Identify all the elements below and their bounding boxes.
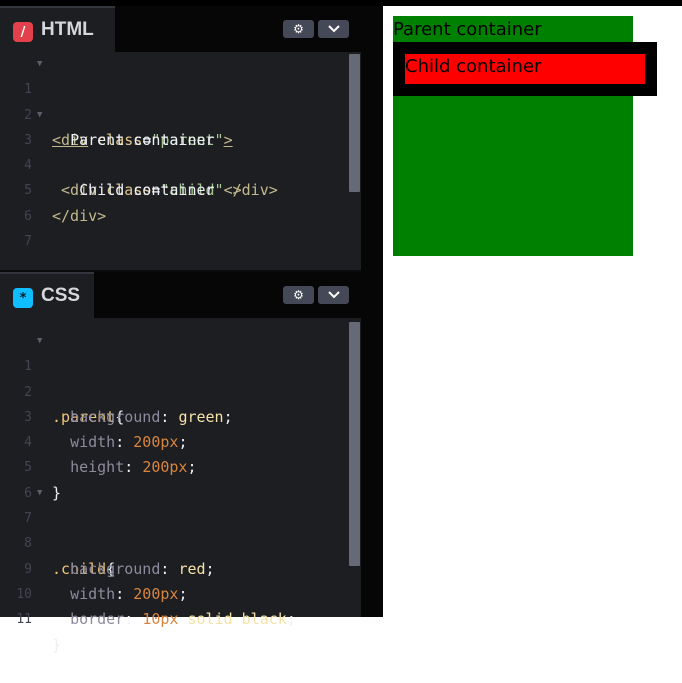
- css-scrollbar[interactable]: [349, 322, 360, 566]
- css-pane-header: * CSS ⚙: [0, 272, 361, 318]
- code-line: 5 }: [0, 430, 361, 501]
- code-line: 4 height: 200px;: [0, 405, 361, 476]
- fold-arrow-icon[interactable]: ▼: [37, 481, 42, 506]
- child-container-text: Child container: [405, 56, 542, 77]
- code-line: 7 ▼ .child{: [0, 481, 361, 578]
- fold-arrow-icon[interactable]: ▼: [37, 52, 42, 77]
- code-line: 1 ▼ .parent{: [0, 329, 361, 426]
- chevron-down-icon: [327, 25, 340, 33]
- html-tab[interactable]: / HTML: [0, 6, 115, 52]
- css-token: }: [52, 635, 62, 654]
- css-settings-button[interactable]: ⚙: [283, 286, 314, 304]
- code-line: 7: [0, 204, 361, 249]
- line-number: 11: [16, 612, 32, 628]
- html-settings-button[interactable]: ⚙: [283, 20, 314, 38]
- code-line: 11 }: [0, 582, 361, 653]
- slash-icon: /: [13, 22, 33, 42]
- html-editor-pane: / HTML ⚙ 1 ▼ <div class="parent"> 2 Pare…: [0, 6, 361, 270]
- editor-column: / HTML ⚙ 1 ▼ <div class="parent"> 2 Pare…: [0, 6, 361, 654]
- css-token: solid black: [187, 610, 287, 629]
- parent-container-text: Parent container: [393, 19, 542, 40]
- fold-arrow-icon[interactable]: ▼: [37, 103, 42, 128]
- html-collapse-button[interactable]: [318, 20, 349, 38]
- result-preview: Parent container Child container: [383, 6, 682, 617]
- html-code-area[interactable]: 1 ▼ <div class="parent"> 2 Parent contai…: [0, 52, 361, 249]
- code-line: 10 border: 10px solid black;: [0, 557, 361, 628]
- line-number: 7: [24, 234, 32, 250]
- parent-container-box: Parent container Child container: [393, 16, 657, 256]
- code-line: 5 </div>: [0, 153, 361, 224]
- gear-icon: ⚙: [293, 288, 304, 302]
- css-tab[interactable]: * CSS: [0, 272, 94, 318]
- css-token: border: [70, 610, 125, 629]
- html-pane-header: / HTML ⚙: [0, 6, 361, 52]
- css-collapse-button[interactable]: [318, 286, 349, 304]
- code-line: 3 width: 200px;: [0, 380, 361, 451]
- gear-icon: ⚙: [293, 22, 304, 36]
- css-token: 10px: [142, 610, 179, 629]
- code-line: 6: [0, 455, 361, 501]
- code-line: 1 ▼ <div class="parent">: [0, 52, 361, 149]
- child-container-box: Child container: [393, 42, 657, 96]
- code-line: 2 background: green;: [0, 354, 361, 426]
- code-line: 8 background: red;: [0, 506, 361, 577]
- fold-arrow-icon[interactable]: ▼: [37, 329, 42, 354]
- asterisk-icon: *: [13, 288, 33, 308]
- css-editor-pane: * CSS ⚙ 1 ▼ .parent{ 2 background: green…: [0, 272, 361, 654]
- html-tab-title: HTML: [41, 19, 94, 40]
- code-line: 9 width: 200px;: [0, 531, 361, 603]
- code-line: 2 Parent container: [0, 77, 361, 149]
- html-scrollbar[interactable]: [349, 54, 360, 192]
- css-code-area[interactable]: 1 ▼ .parent{ 2 background: green; 3 widt…: [0, 329, 361, 654]
- code-line: 4 Child container </div>: [0, 128, 361, 199]
- code-line: 3 ▼ <div class="child" >: [0, 103, 361, 200]
- editor-preview-resizer[interactable]: [361, 6, 383, 617]
- chevron-down-icon: [327, 291, 340, 299]
- css-tab-title: CSS: [41, 285, 81, 306]
- code-line: 6: [0, 178, 361, 224]
